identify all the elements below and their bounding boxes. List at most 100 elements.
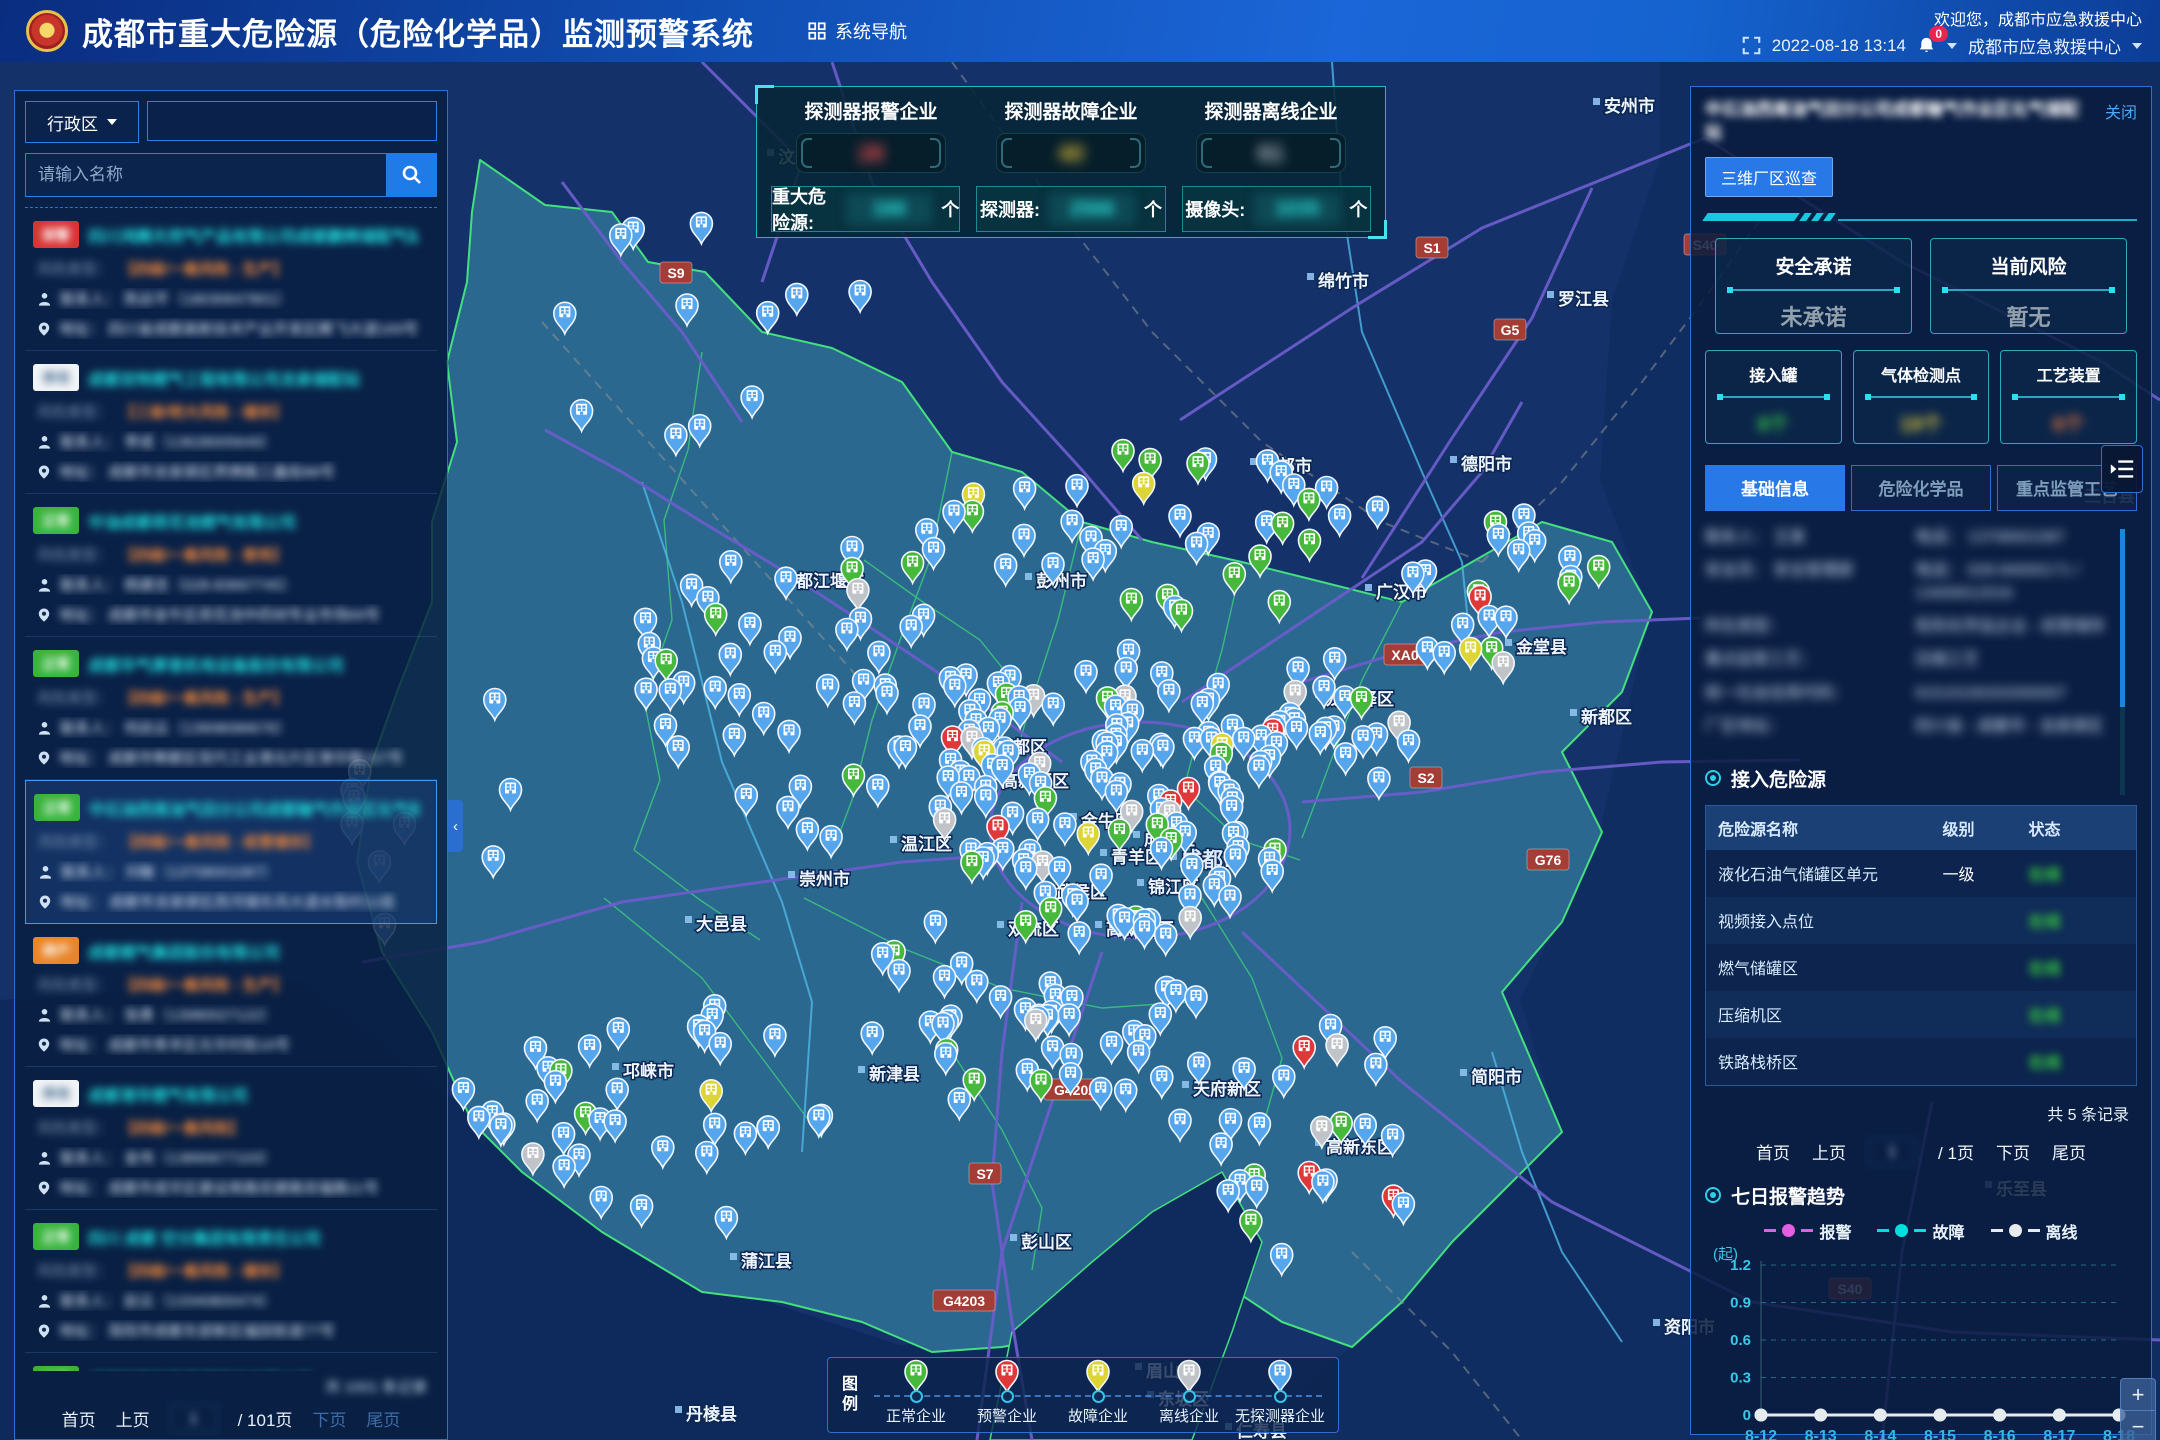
legend-pin-icon (902, 1358, 930, 1394)
table-row[interactable]: 燃气储罐区在线 (1706, 944, 2136, 991)
info-row: 联系人： 王某电话： 13708001087 (1705, 527, 2109, 549)
chevron-down-icon (2132, 43, 2142, 49)
status-badge: 停用 (33, 364, 79, 391)
svg-text:金堂县: 金堂县 (1515, 637, 1567, 657)
svg-text:G76: G76 (1535, 852, 1562, 868)
legend-pin-icon (1175, 1358, 1203, 1394)
table-row[interactable]: 视频接入点位在线 (1706, 897, 2136, 944)
svg-text:新都区: 新都区 (1581, 707, 1632, 727)
header: 成都市重大危险源（危险化学品）监测预警系统 系统导航 欢迎您，成都市应急救援中心… (0, 0, 2160, 62)
company-card[interactable]: 正常四川 成都 空分集团有限责任公司风险类型：【四级/一般风险 - 储存】联系人… (25, 1210, 437, 1353)
pagination-last[interactable]: 尾页 (2052, 1139, 2086, 1164)
fullscreen-icon[interactable] (1742, 36, 1761, 55)
chevron-down-icon (1947, 43, 1957, 49)
pagination-last[interactable]: 尾页 (366, 1406, 400, 1431)
stat-box: 探测器故障企业40 (976, 97, 1166, 173)
table-pagination: 首页 上页 1 / 1页 下页 尾页 (1705, 1138, 2137, 1166)
notification-bell[interactable]: 0 (1917, 36, 1936, 56)
legend-item[interactable]: 报警 (1764, 1219, 1851, 1243)
company-card-list: 报警四川鸿腾天然气产品有限公司成都鹏辉储配气站风险类型：【四级/一般风险 - 生… (25, 208, 437, 1371)
svg-text:彭州市: 彭州市 (1036, 571, 1087, 591)
legend-item[interactable]: 故障 (1877, 1219, 1964, 1243)
status-badge: 停产 (33, 937, 79, 964)
tab-危险化学品[interactable]: 危险化学品 (1851, 465, 1991, 511)
svg-text:崇州市: 崇州市 (799, 869, 850, 889)
company-card[interactable]: 报警四川鸿腾天然气产品有限公司成都鹏辉储配气站风险类型：【四级/一般风险 - 生… (25, 208, 437, 351)
pagination-total: / 1页 (1938, 1139, 1974, 1164)
company-card[interactable]: 正常中石油西南油气田分公司成都输气作业区化气储配站风险类型：【四级/一般风险 -… (25, 780, 437, 924)
pagination-prev[interactable]: 上页 (116, 1406, 150, 1431)
svg-text:绵竹市: 绵竹市 (1318, 271, 1369, 291)
company-card[interactable]: 停用成都港华燃气有限公司风险类型：【四级/一般风险】联系人： 金伟（138906… (25, 1067, 437, 1210)
legend-node (1274, 1390, 1287, 1403)
table-row[interactable]: 铁路栈桥区在线 (1706, 1038, 2136, 1085)
svg-text:0.3: 0.3 (1730, 1369, 1751, 1386)
legend-item-离线企业: 离线企业 (1145, 1358, 1233, 1432)
record-count: 共 1001 条记录 (25, 1371, 437, 1397)
basic-info-section: 联系人： 王某电话： 13708001087 安全员： 安全管理部电话： 028-… (1705, 527, 2137, 749)
legend-pin-icon (1084, 1358, 1112, 1394)
legend-node (910, 1390, 923, 1403)
svg-text:G4203: G4203 (943, 1293, 985, 1309)
location-icon (37, 1323, 51, 1339)
status-badge: 正常 (34, 794, 80, 821)
search-button[interactable] (387, 153, 437, 197)
location-icon (38, 894, 52, 910)
legend-item[interactable]: 离线 (1991, 1219, 2078, 1243)
pagination-page-input[interactable]: 1 (170, 1404, 218, 1432)
svg-text:德阳市: 德阳市 (1461, 454, 1512, 474)
scrollbar[interactable] (2120, 529, 2125, 795)
legend-node (1001, 1390, 1014, 1403)
svg-text:罗江县: 罗江县 (1558, 290, 1609, 309)
legend-item-预警企业: 预警企业 (963, 1358, 1051, 1432)
close-button[interactable]: 关闭 (2105, 99, 2137, 123)
zoom-out-button[interactable]: − (2120, 1411, 2156, 1440)
legend-item-正常企业: 正常企业 (872, 1358, 960, 1432)
svg-text:新津县: 新津县 (869, 1064, 920, 1084)
expand-icon[interactable] (2101, 445, 2143, 493)
zoom-in-button[interactable]: + (2120, 1378, 2156, 1411)
pagination-first[interactable]: 首页 (1756, 1139, 1790, 1164)
company-name: 中油成都荷花池燃气有限公司 (88, 509, 296, 533)
pagination-prev[interactable]: 上页 (1812, 1139, 1846, 1164)
info-row: 统一社会信用代码：91510100202000007 (1705, 683, 2109, 705)
pagination-next[interactable]: 下页 (1996, 1139, 2030, 1164)
hazard-table: 危险源名称级别状态液化石油气储罐区单元一级在线视频接入点位在线燃气储罐区在线压缩… (1705, 805, 2137, 1086)
trend-section-header: 七日报警趋势 (1705, 1182, 2137, 1209)
road-badge: S9 (660, 262, 692, 283)
company-name: 成都双特燃气工程有限公司龙泉储配站 (88, 366, 360, 390)
pagination-next[interactable]: 下页 (312, 1406, 346, 1431)
pagination-page-input[interactable]: 1 (1868, 1138, 1916, 1166)
company-card[interactable]: 正常中油成都荷花池燃气有限公司风险类型：【四级/一般风险 - 使用】联系人： 杨… (25, 494, 437, 637)
bullet-icon (1705, 770, 1721, 786)
trend-chart: 报警故障离线(起)00.30.60.91.28-128-138-148-158-… (1705, 1219, 2137, 1440)
company-card[interactable]: 停用成都双特燃气工程有限公司龙泉储配站风险类型：【三级/较大风险 - 储存】联系… (25, 351, 437, 494)
svg-text:邛崃市: 邛崃市 (623, 1061, 674, 1081)
svg-text:S7: S7 (976, 1166, 993, 1182)
location-icon (37, 1037, 51, 1053)
location-icon (37, 1180, 51, 1196)
search-input[interactable] (25, 153, 387, 197)
status-badge: 停用 (33, 1080, 79, 1107)
svg-text:XA0: XA0 (1391, 647, 1418, 663)
table-row[interactable]: 压缩机区在线 (1706, 991, 2136, 1038)
company-card[interactable]: 停产成都燃气集团股份有限公司风险类型：【四级/一般风险 - 生产】联系人： 张勇… (25, 924, 437, 1067)
location-icon (37, 750, 51, 766)
legend-pin-icon (1266, 1358, 1294, 1394)
company-card[interactable]: 正常成都华气厚普机电设备股份有限公司风险类型：【四级/一般风险 - 生产】联系人… (25, 637, 437, 780)
sidebar-collapse-handle[interactable]: ‹ (448, 800, 463, 852)
tab-基础信息[interactable]: 基础信息 (1705, 465, 1845, 511)
user-center-label[interactable]: 成都市应急救援中心 (1968, 33, 2121, 58)
region-value-input[interactable] (147, 101, 437, 141)
company-card[interactable]: 正常成都积微物联集团股份有限公司风险类型：【三级/较大风险 - 生产】联系人： … (25, 1353, 437, 1371)
hazard-section-header: 接入危险源 (1705, 765, 2137, 792)
region-dropdown[interactable]: 行政区 (25, 101, 139, 143)
pagination-first[interactable]: 首页 (62, 1406, 96, 1431)
info-row: 安全员： 安全管理部电话： 028-84000171 / 13400012016 (1705, 560, 2109, 605)
patrol-3d-button[interactable]: 三维厂区巡查 (1705, 157, 1833, 197)
system-nav-button[interactable]: 系统导航 (808, 18, 907, 44)
location-icon (37, 607, 51, 623)
stats-panel: 探测器报警企业28探测器故障企业40探测器离线企业61 重大危险源:166个探测… (756, 86, 1386, 238)
grid-icon (808, 22, 826, 40)
table-row[interactable]: 液化石油气储罐区单元一级在线 (1706, 850, 2136, 897)
